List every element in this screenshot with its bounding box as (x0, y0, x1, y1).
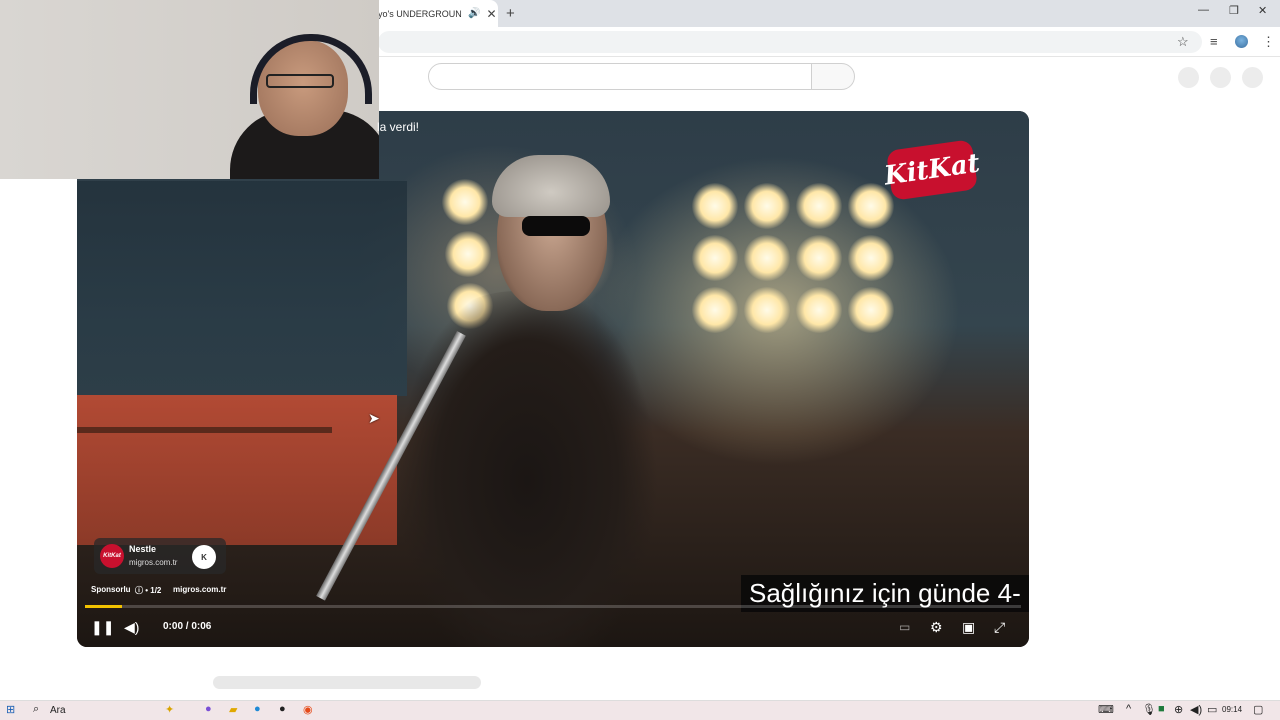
stage-light (796, 287, 842, 333)
microphone-icon[interactable]: 🎙 (1142, 703, 1156, 716)
progress-fill (85, 605, 123, 608)
sunglasses (522, 216, 590, 236)
taskbar (0, 700, 1280, 720)
content-placeholder (213, 676, 481, 689)
address-bar[interactable] (378, 31, 1202, 53)
kitchen-shelf (77, 427, 332, 433)
stage-light (442, 179, 488, 225)
webcam-overlay (0, 0, 379, 179)
browser-tab-active[interactable]: yo's UNDERGROUND S 🔊 ✕ (372, 0, 498, 27)
stage-light (692, 183, 738, 229)
notification-icon[interactable]: ▢ (1253, 703, 1263, 716)
file-explorer-icon[interactable]: ▰ (229, 703, 237, 716)
background-wall (77, 181, 407, 396)
ad-link[interactable]: migros.com.tr (173, 585, 226, 594)
restore-button[interactable]: ❐ (1229, 4, 1239, 17)
ad-advertiser-card[interactable]: KitKat Nestle migros.com.tr K (94, 538, 226, 574)
search-input[interactable] (428, 63, 812, 90)
bookmark-star-icon[interactable]: ☆ (1177, 34, 1189, 50)
stage-light (692, 235, 738, 281)
app-icon[interactable]: ● (279, 703, 286, 715)
taskbar-search-label[interactable]: Ara (50, 705, 66, 716)
video-title-fragment: la verdi! (377, 120, 420, 134)
chevron-up-icon[interactable]: ^ (1126, 703, 1131, 715)
stage-light (744, 235, 790, 281)
search-icon[interactable]: ⌕ (33, 703, 39, 716)
streamer-glasses (266, 74, 334, 88)
singer-hair (492, 155, 610, 217)
notifications-button[interactable] (1210, 67, 1231, 88)
edge-icon[interactable]: ● (254, 703, 261, 715)
time-display: 0:00 / 0:06 (163, 621, 212, 632)
chrome-icon[interactable]: ◉ (303, 703, 313, 716)
pause-icon[interactable]: ❚❚ (91, 619, 114, 636)
stage-light (848, 287, 894, 333)
sponsored-label: Sponsorlu (91, 585, 131, 594)
new-tab-button[interactable]: + (506, 5, 515, 22)
advertiser-avatar: KitKat (100, 544, 124, 568)
stage-light (744, 183, 790, 229)
account-button[interactable] (1242, 67, 1263, 88)
ad-info-button[interactable]: K (192, 545, 216, 569)
progress-bar[interactable] (85, 605, 1021, 608)
minimize-button[interactable]: — (1198, 4, 1209, 16)
stage-light (692, 287, 738, 333)
stage-light (796, 235, 842, 281)
volume-tray-icon[interactable]: ◀) (1190, 703, 1202, 716)
tab-title: yo's UNDERGROUND S (378, 8, 462, 19)
settings-gear-icon[interactable]: ⚙ (930, 619, 943, 636)
search-button[interactable] (811, 63, 855, 90)
stage-light (744, 287, 790, 333)
menu-kebab-icon[interactable]: ⋮ (1262, 34, 1275, 50)
theater-mode-icon[interactable]: ▣ (962, 619, 975, 636)
stage-light (848, 235, 894, 281)
subtitles-icon[interactable]: ▭ (899, 620, 910, 634)
stage-light (796, 183, 842, 229)
stage-light (445, 231, 491, 277)
volume-icon[interactable]: ◀) (124, 619, 139, 636)
profile-avatar[interactable] (1235, 35, 1248, 48)
close-tab-icon[interactable]: ✕ (486, 7, 496, 21)
video-player[interactable]: KitKat KitKat Nestle migros.com.tr K Spo… (77, 111, 1029, 647)
advertiser-name: Nestle (129, 544, 157, 554)
close-window-button[interactable]: ✕ (1258, 4, 1267, 17)
media-control-icon[interactable]: ≡ (1210, 34, 1218, 49)
fullscreen-icon[interactable]: ⤢ (994, 619, 1005, 636)
copilot-icon[interactable]: ✦ (165, 703, 174, 716)
ad-counter[interactable]: ⓘ • 1/2 (135, 585, 161, 596)
network-icon[interactable]: ⊕ (1174, 703, 1183, 716)
mouse-cursor-icon: ➤ (368, 410, 380, 426)
speaker-icon[interactable]: 🔊 (468, 8, 480, 19)
app-tray-icon[interactable]: ■ (1158, 703, 1165, 715)
headset (250, 34, 372, 104)
keyboard-icon[interactable]: ⌨ (1098, 703, 1114, 716)
display-icon[interactable]: ▭ (1207, 703, 1217, 716)
app-icon[interactable]: ● (205, 703, 212, 715)
singer-jacket (397, 291, 657, 647)
create-button[interactable] (1178, 67, 1199, 88)
kitchen-counter (77, 395, 397, 545)
advertiser-domain: migros.com.tr (129, 558, 178, 567)
clock[interactable]: 09:14 (1222, 705, 1242, 714)
windows-start-icon[interactable]: ⊞ (6, 703, 15, 716)
